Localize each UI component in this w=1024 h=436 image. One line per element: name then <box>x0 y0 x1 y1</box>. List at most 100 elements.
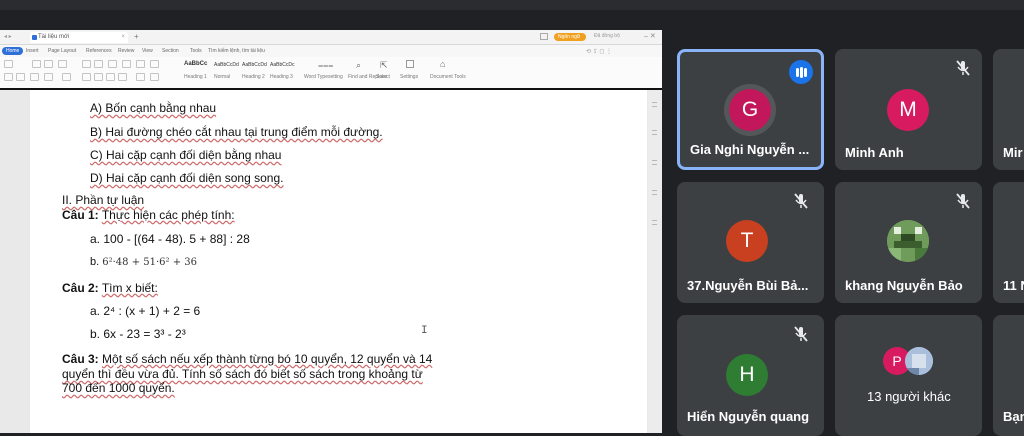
participant-tile-11[interactable]: 11 N <box>993 182 1024 303</box>
avatar: M <box>887 89 929 131</box>
word-typesetting-button[interactable]: Word Typesetting <box>304 74 343 80</box>
self-tile[interactable]: Bạn <box>993 315 1024 436</box>
style-sample-1[interactable]: AaBbCc <box>184 61 207 67</box>
settings-button[interactable]: Settings <box>400 74 418 80</box>
speaking-indicator-icon <box>789 60 813 84</box>
ribbon-menu: Home Insert Page Layout References Revie… <box>0 45 662 57</box>
option-d: D) Hai cặp cạnh đối diện song song. <box>90 171 284 185</box>
section-heading: II. Phần tự luận <box>62 193 145 207</box>
question-3-line-3: 700 đến 1000 quyển. <box>62 381 175 395</box>
participant-name: Bạn <box>1003 409 1024 424</box>
style-name-2: Normal <box>214 74 231 80</box>
border-icon[interactable] <box>62 73 71 81</box>
document-icon <box>32 35 37 40</box>
menu-section[interactable]: Section <box>162 47 179 55</box>
menu-insert[interactable]: Insert <box>26 47 39 55</box>
mic-off-icon <box>956 193 970 209</box>
ribbon-tools-icon[interactable]: ⟲ ⇪ ◻ ⋮ <box>586 48 612 55</box>
settings-icon <box>406 60 414 68</box>
style-sample-4[interactable]: AaBbCcDc <box>270 62 294 68</box>
panel-icon[interactable] <box>652 190 657 195</box>
nav-arrows-icon[interactable]: ◂ ▸ <box>4 33 12 40</box>
align-left-icon[interactable] <box>82 73 91 81</box>
participant-tile-gia[interactable]: G Gia Nghi Nguyễn ... <box>677 49 824 170</box>
typesetting-icon: ⩶ <box>318 60 334 70</box>
line-spacing-icon[interactable] <box>150 60 159 68</box>
question-3-line-2: quyển thì đều vừa đủ. Tính số sách đó bi… <box>62 367 423 381</box>
browser-title-bar: ◂ ▸ Tài liệu mới × + Ngôn ngữ Đã đồng bộ… <box>0 30 662 45</box>
question-1b-label: b. <box>90 256 100 268</box>
avatar-image <box>905 347 933 375</box>
clear-format-icon[interactable] <box>58 60 67 68</box>
style-gallery[interactable]: AaBbCc AaBbCcDd AaBbCcDd AaBbCcDc Headin… <box>182 60 297 84</box>
panel-icon[interactable] <box>652 160 657 165</box>
question-1b: b. 6²·48 + 51·6² + 36 <box>90 256 197 268</box>
participant-name: Gia Nghi Nguyễn ... <box>690 142 810 157</box>
style-sample-3[interactable]: AaBbCcDd <box>242 62 267 68</box>
mic-off-icon <box>794 193 808 209</box>
participant-name: khang Nguyễn Bảo <box>845 278 963 293</box>
participant-tile-khang[interactable]: khang Nguyễn Bảo <box>835 182 982 303</box>
select-icon: ⇱ <box>380 60 388 70</box>
paste-icon[interactable] <box>4 60 13 68</box>
style-sample-2[interactable]: AaBbCcDd <box>214 62 239 68</box>
menu-view[interactable]: View <box>142 47 153 55</box>
italic-icon[interactable] <box>16 73 25 81</box>
participant-tile-minh[interactable]: M Minh Anh <box>835 49 982 170</box>
table-border-icon[interactable] <box>150 73 159 81</box>
panel-icon[interactable] <box>652 130 657 135</box>
menu-page-layout[interactable]: Page Layout <box>48 47 76 55</box>
font-size-icon[interactable] <box>32 60 41 68</box>
menu-review[interactable]: Review <box>118 47 134 55</box>
participant-name: Hiển Nguyễn quang <box>687 409 810 424</box>
participant-name: Minh Anh <box>845 145 904 160</box>
question-2b: b. 6x - 23 = 3³ - 2³ <box>90 327 186 341</box>
question-2-label: Câu 2: <box>62 281 99 295</box>
show-marks-icon[interactable] <box>136 60 145 68</box>
select-button[interactable]: Select <box>376 74 390 80</box>
window-controls-icon[interactable]: – ✕ <box>644 32 656 40</box>
question-3: Câu 3: Một số sách nếu xếp thành từng bó… <box>62 352 432 366</box>
question-1-label: Câu 1: <box>62 208 99 222</box>
panel-icon[interactable] <box>652 102 657 107</box>
question-1b-math: 6²·48 + 51·6² + 36 <box>102 257 197 268</box>
meet-top-bar <box>0 0 1024 10</box>
grow-font-icon[interactable] <box>44 60 53 68</box>
window-icon[interactable] <box>540 33 548 40</box>
doc-tab[interactable]: Tài liệu mới × <box>30 32 128 43</box>
shading-icon[interactable] <box>136 73 145 81</box>
close-tab-icon[interactable]: × <box>121 32 125 43</box>
participant-name: 11 N <box>1003 278 1024 293</box>
bullets-icon[interactable] <box>82 60 91 68</box>
question-2-text: Tìm x biết: <box>101 281 158 295</box>
numbering-icon[interactable] <box>94 60 103 68</box>
others-count: 13 người khác <box>867 389 951 404</box>
style-name-4: Heading 3 <box>270 74 293 80</box>
participant-tile-hien[interactable]: H Hiển Nguyễn quang <box>677 315 824 436</box>
profile-badge[interactable]: Ngôn ngữ <box>554 33 586 41</box>
question-3-line-1: Một số sách nếu xếp thành từng bó 10 quy… <box>102 352 433 366</box>
bold-icon[interactable] <box>4 73 13 81</box>
justify-icon[interactable] <box>118 73 127 81</box>
indent-icon[interactable] <box>108 60 117 68</box>
style-name-3: Heading 2 <box>242 74 265 80</box>
side-panel <box>648 90 662 433</box>
avatar-image <box>887 220 929 262</box>
new-tab-button[interactable]: + <box>134 32 139 41</box>
document-tools-button[interactable]: Document Tools <box>430 74 466 80</box>
command-search[interactable]: Tìm kiếm lệnh, tìm tài liệu <box>208 47 265 55</box>
menu-home[interactable]: Home <box>2 47 24 55</box>
menu-references[interactable]: References <box>86 47 112 55</box>
align-right-icon[interactable] <box>106 73 115 81</box>
menu-tools[interactable]: Tools <box>190 47 202 55</box>
sort-icon[interactable] <box>122 60 131 68</box>
option-a: A) Bốn cạnh bằng nhau <box>90 101 217 115</box>
font-color-icon[interactable] <box>44 73 53 81</box>
others-tile[interactable]: P 13 người khác <box>835 315 982 436</box>
option-c: C) Hai cặp cạnh đối diện bằng nhau <box>90 148 282 162</box>
align-center-icon[interactable] <box>94 73 103 81</box>
highlight-icon[interactable] <box>30 73 39 81</box>
panel-icon[interactable] <box>652 220 657 225</box>
participant-tile-mi[interactable]: Mir <box>993 49 1024 170</box>
participant-tile-bui[interactable]: T 37.Nguyễn Bùi Bả... <box>677 182 824 303</box>
